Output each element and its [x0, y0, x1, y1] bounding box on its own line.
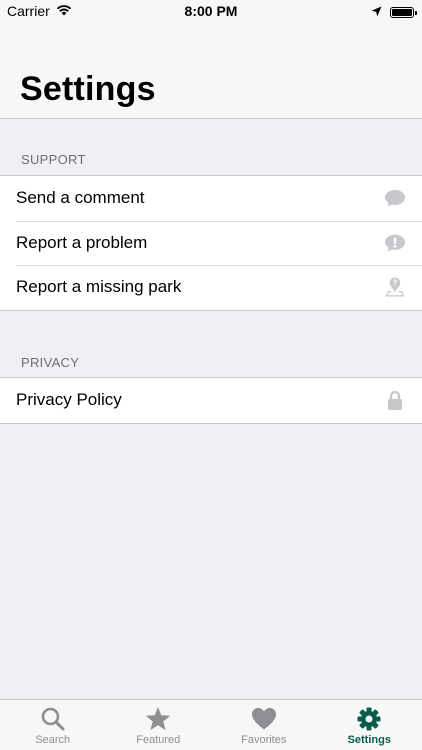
tab-label: Search — [35, 734, 71, 746]
tab-bar: Search Featured Favorites Settings — [0, 699, 422, 750]
tab-label: Featured — [136, 734, 181, 746]
section-header-support: SUPPORT — [21, 152, 86, 167]
map-question-pin-icon: ? — [385, 277, 405, 297]
send-comment-row[interactable]: Send a comment — [0, 176, 422, 221]
tab-label: Favorites — [241, 734, 287, 746]
search-icon — [41, 707, 65, 731]
navigation-header: Settings — [0, 22, 422, 119]
tab-settings[interactable]: Settings — [317, 700, 422, 750]
status-bar: Carrier 8:00 PM — [0, 0, 422, 22]
star-icon — [145, 707, 171, 731]
battery-icon — [390, 6, 417, 18]
speech-bubble-icon — [385, 190, 405, 207]
tab-favorites[interactable]: Favorites — [211, 700, 317, 750]
status-right — [371, 4, 417, 20]
privacy-group: Privacy Policy — [0, 377, 422, 424]
tab-featured[interactable]: Featured — [106, 700, 212, 750]
report-problem-row[interactable]: Report a problem — [0, 220, 422, 266]
tab-search[interactable]: Search — [0, 700, 106, 750]
row-label: Report a missing park — [16, 277, 182, 297]
location-arrow-icon — [371, 4, 382, 20]
lock-icon — [388, 391, 402, 411]
section-header-privacy: PRIVACY — [21, 355, 80, 370]
svg-text:?: ? — [393, 279, 397, 288]
page-title: Settings — [20, 70, 156, 108]
row-label: Send a comment — [16, 188, 145, 208]
heart-icon — [251, 708, 276, 730]
gear-icon — [357, 707, 381, 731]
row-label: Privacy Policy — [16, 390, 122, 410]
row-label: Report a problem — [16, 232, 148, 252]
status-time: 8:00 PM — [184, 3, 238, 19]
exclamation-bubble-icon — [385, 234, 405, 252]
privacy-policy-row[interactable]: Privacy Policy — [0, 378, 422, 423]
tab-label: Settings — [347, 734, 391, 746]
report-missing-park-row[interactable]: Report a missing park ? — [0, 265, 422, 310]
support-group: Send a comment Report a problem Report a… — [0, 175, 422, 311]
